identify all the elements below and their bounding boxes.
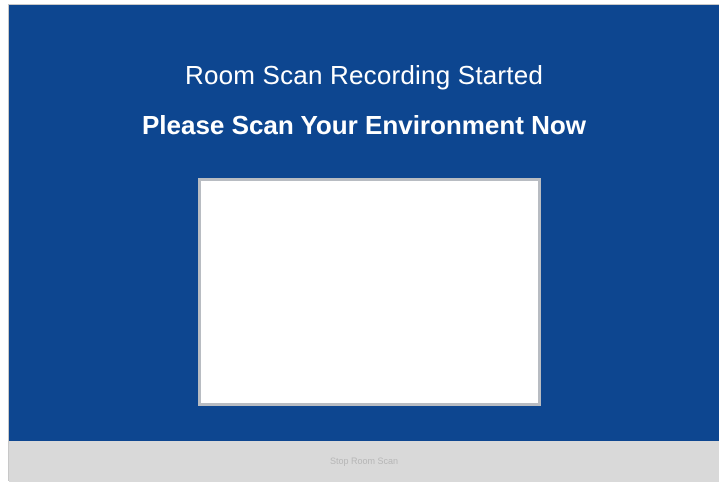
room-scan-window: Room Scan Recording Started Please Scan …	[8, 4, 719, 482]
recording-status-text: Room Scan Recording Started	[184, 60, 544, 90]
camera-preview	[198, 178, 541, 406]
page-title: Please Scan Your Environment Now	[141, 110, 587, 140]
footer-bar: Stop Room Scan	[9, 441, 719, 482]
room-scan-panel: Room Scan Recording Started Please Scan …	[9, 5, 719, 441]
stop-room-scan-button[interactable]: Stop Room Scan	[9, 441, 719, 482]
